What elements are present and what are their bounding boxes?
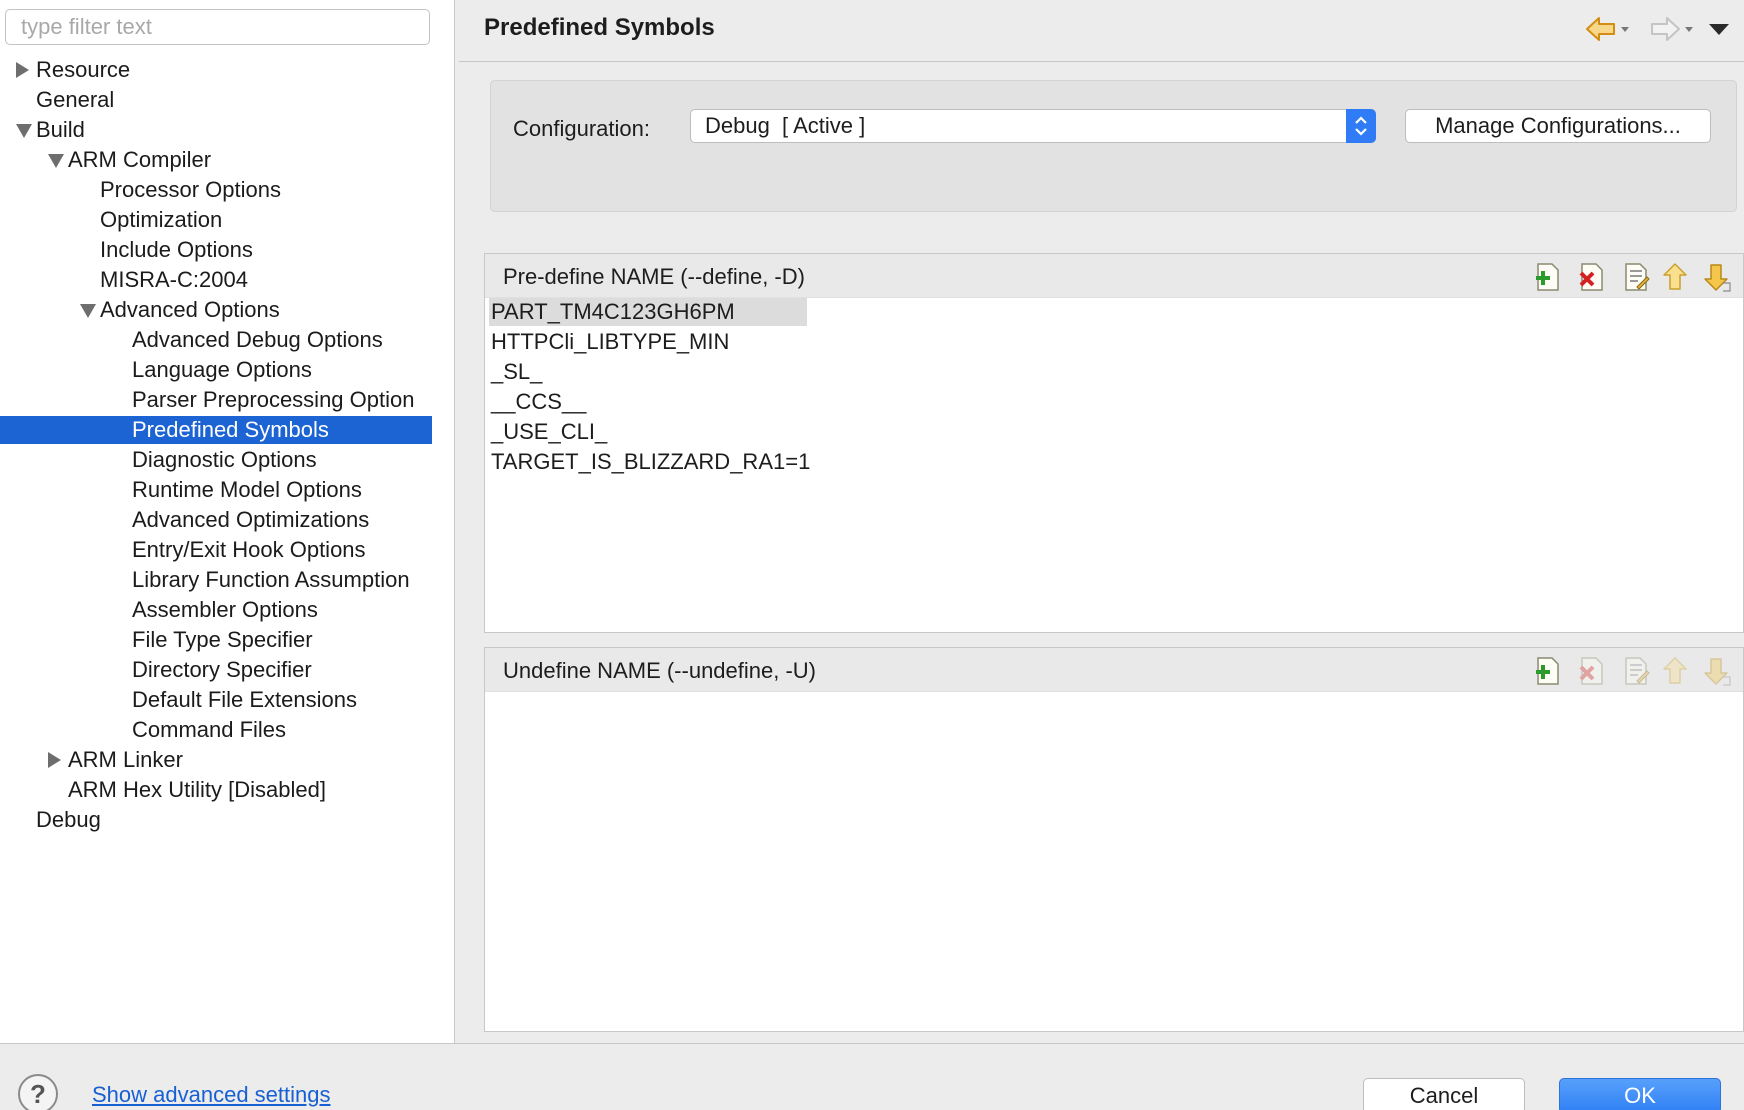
- tree-item-label: Build: [36, 117, 85, 142]
- tree-item-debug[interactable]: Debug: [0, 806, 432, 834]
- tree-item-arm-linker[interactable]: ARM Linker: [0, 746, 432, 774]
- filter-input[interactable]: [5, 9, 430, 45]
- tree-item-label: Assembler Options: [132, 597, 318, 622]
- manage-configurations-button[interactable]: Manage Configurations...: [1405, 109, 1711, 143]
- tree-item-assembler-options[interactable]: Assembler Options: [0, 596, 432, 624]
- tree-item-label: MISRA-C:2004: [100, 267, 248, 292]
- forward-arrow-icon: [1651, 17, 1693, 41]
- configuration-group: Configuration: Debug [ Active ] Manage C…: [490, 80, 1737, 212]
- predefine-title: Pre-define NAME (--define, -D): [503, 264, 805, 289]
- tree-item-library-function-assumption[interactable]: Library Function Assumption: [0, 566, 432, 594]
- tree-item-label: Include Options: [100, 237, 253, 262]
- tree-item-arm-compiler[interactable]: ARM Compiler: [0, 146, 432, 174]
- predefine-move-down-icon[interactable]: [1703, 261, 1733, 293]
- collapse-arrow-icon[interactable]: [16, 62, 29, 78]
- tree-item-label: Advanced Options: [100, 297, 280, 322]
- tree-item-diagnostic-options[interactable]: Diagnostic Options: [0, 446, 432, 474]
- page-title: Predefined Symbols: [484, 14, 715, 41]
- tree-item-label: Directory Specifier: [132, 657, 312, 682]
- tree-item-predefined-symbols[interactable]: Predefined Symbols: [0, 416, 432, 444]
- expand-arrow-icon[interactable]: [48, 154, 64, 168]
- select-stepper-icon: [1346, 109, 1376, 143]
- tree-item-label: ARM Compiler: [68, 147, 212, 172]
- predefine-item[interactable]: PART_TM4C123GH6PM: [489, 298, 807, 326]
- predefine-item[interactable]: TARGET_IS_BLIZZARD_RA1=1: [489, 448, 810, 476]
- predefine-delete-icon[interactable]: [1577, 261, 1607, 293]
- undefine-move-down-icon[interactable]: [1703, 655, 1733, 687]
- tree-item-label: ARM Linker: [68, 747, 183, 772]
- undefine-title: Undefine NAME (--undefine, -U): [503, 658, 817, 683]
- predefine-item[interactable]: _USE_CLI_: [489, 418, 607, 446]
- tree-item-parser-preprocessing-option[interactable]: Parser Preprocessing Option: [0, 386, 432, 414]
- expand-arrow-icon[interactable]: [16, 124, 32, 138]
- tree-item-advanced-debug-options[interactable]: Advanced Debug Options: [0, 326, 432, 354]
- undefine-add-icon[interactable]: [1533, 655, 1563, 687]
- tree-item-label: Entry/Exit Hook Options: [132, 537, 366, 562]
- forward-button[interactable]: [1648, 14, 1700, 46]
- tree-item-label: Advanced Debug Options: [132, 327, 383, 352]
- predefine-add-icon[interactable]: [1533, 261, 1563, 293]
- tree-item-label: Debug: [36, 807, 101, 832]
- show-advanced-settings-link[interactable]: Show advanced settings: [92, 1082, 331, 1108]
- tree-item-build[interactable]: Build: [0, 116, 432, 144]
- undefine-panel: Undefine NAME (--undefine, -U): [484, 647, 1744, 1032]
- tree-item-arm-hex-utility-disabled[interactable]: ARM Hex Utility [Disabled]: [0, 776, 432, 804]
- tree-item-label: Predefined Symbols: [132, 417, 329, 442]
- tree-item-entry-exit-hook-options[interactable]: Entry/Exit Hook Options: [0, 536, 432, 564]
- tree-item-runtime-model-options[interactable]: Runtime Model Options: [0, 476, 432, 504]
- tree-item-command-files[interactable]: Command Files: [0, 716, 432, 744]
- undefine-move-up-icon[interactable]: [1662, 655, 1692, 687]
- predefine-move-up-icon[interactable]: [1662, 261, 1692, 293]
- tree-item-label: ARM Hex Utility [Disabled]: [68, 777, 326, 802]
- predefine-item[interactable]: __CCS__: [489, 388, 586, 416]
- predefine-item[interactable]: HTTPCli_LIBTYPE_MIN: [489, 328, 729, 356]
- tree-item-label: General: [36, 87, 115, 112]
- predefine-item[interactable]: _SL_: [489, 358, 542, 386]
- tree-item-language-options[interactable]: Language Options: [0, 356, 432, 384]
- back-arrow-icon: [1586, 17, 1629, 41]
- settings-tree-panel: Resource General Build ARM Compiler Processo…: [0, 0, 455, 1043]
- tree-item-label: Resource: [36, 57, 131, 82]
- tree-item-label: Library Function Assumption: [132, 567, 410, 592]
- undefine-edit-icon[interactable]: [1621, 655, 1651, 687]
- tree-item-file-type-specifier[interactable]: File Type Specifier: [0, 626, 432, 654]
- undefine-header: Undefine NAME (--undefine, -U): [485, 648, 1743, 692]
- dialog-footer: ? Show advanced settings Cancel OK: [0, 1043, 1744, 1110]
- tree-item-label: Parser Preprocessing Option: [132, 387, 415, 412]
- tree-item-label: Runtime Model Options: [132, 477, 362, 502]
- tree-item-label: Default File Extensions: [132, 687, 357, 712]
- ok-button[interactable]: OK: [1559, 1078, 1721, 1110]
- predefine-header: Pre-define NAME (--define, -D): [485, 254, 1743, 298]
- tree-item-processor-options[interactable]: Processor Options: [0, 176, 432, 204]
- tree-item-advanced-options[interactable]: Advanced Options: [0, 296, 432, 324]
- view-menu-icon[interactable]: [1709, 24, 1729, 35]
- cancel-button[interactable]: Cancel: [1363, 1078, 1525, 1110]
- tree-item-label: Processor Options: [100, 177, 281, 202]
- configuration-select-value: Debug [ Active ]: [705, 113, 866, 138]
- configuration-select[interactable]: Debug [ Active ]: [690, 109, 1376, 143]
- tree-item-advanced-optimizations[interactable]: Advanced Optimizations: [0, 506, 432, 534]
- tree-item-general[interactable]: General: [0, 86, 432, 114]
- tree-item-label: Optimization: [100, 207, 223, 232]
- undefine-delete-icon[interactable]: [1577, 655, 1607, 687]
- tree-item-resource[interactable]: Resource: [0, 56, 432, 84]
- tree-item-directory-specifier[interactable]: Directory Specifier: [0, 656, 432, 684]
- help-icon[interactable]: ?: [18, 1074, 58, 1110]
- predefine-panel: Pre-define NAME (--define, -D) PART_TM4C…: [484, 253, 1744, 633]
- tree-item-optimization[interactable]: Optimization: [0, 206, 432, 234]
- tree-item-misra-c-2004[interactable]: MISRA-C:2004: [0, 266, 432, 294]
- tree-item-label: Diagnostic Options: [132, 447, 317, 472]
- page-header: Predefined Symbols: [459, 0, 1744, 62]
- tree-item-label: Advanced Optimizations: [132, 507, 370, 532]
- predefine-edit-icon[interactable]: [1621, 261, 1651, 293]
- tree-item-label: Language Options: [132, 357, 312, 382]
- tree-item-label: File Type Specifier: [132, 627, 313, 652]
- back-button[interactable]: [1584, 14, 1636, 46]
- tree-item-label: Command Files: [132, 717, 287, 742]
- collapse-arrow-icon[interactable]: [48, 752, 61, 768]
- tree-item-include-options[interactable]: Include Options: [0, 236, 432, 264]
- configuration-label: Configuration:: [513, 116, 650, 141]
- tree-item-default-file-extensions[interactable]: Default File Extensions: [0, 686, 432, 714]
- expand-arrow-icon[interactable]: [80, 304, 96, 318]
